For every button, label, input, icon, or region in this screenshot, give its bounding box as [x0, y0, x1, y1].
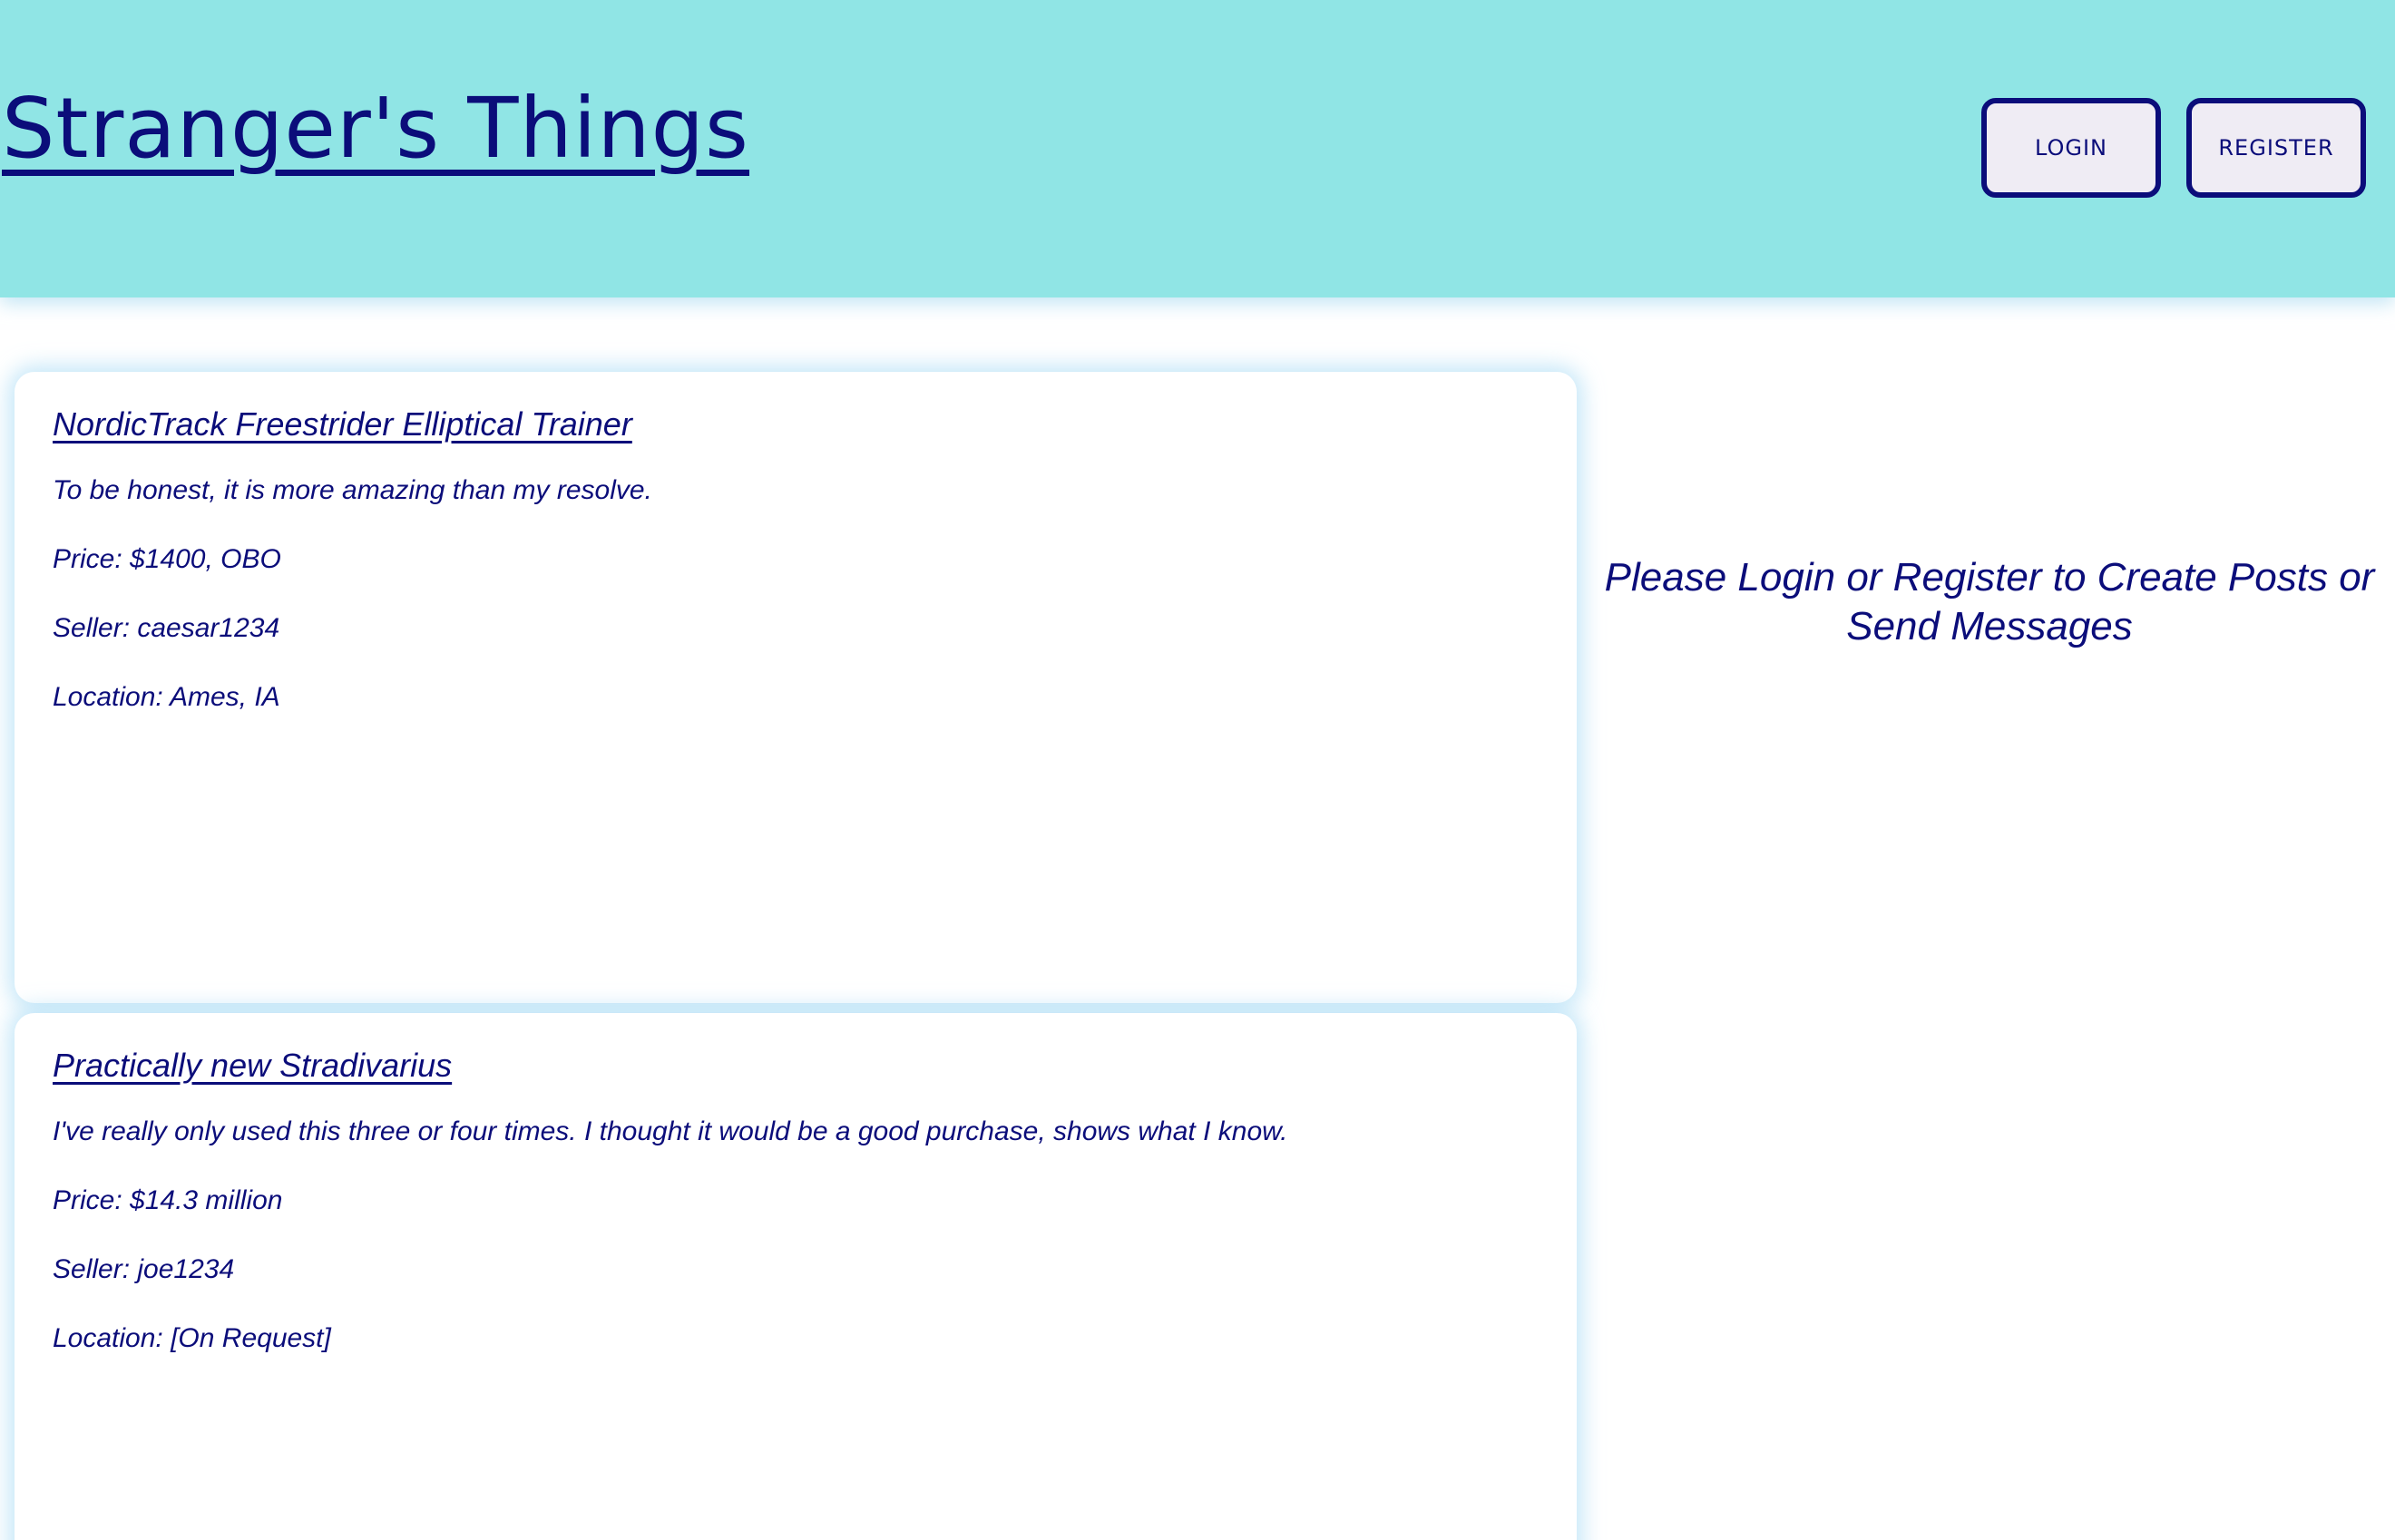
post-card: NordicTrack Freestrider Elliptical Train… — [15, 372, 1577, 1003]
post-seller: Seller: joe1234 — [53, 1254, 235, 1285]
post-seller: Seller: caesar1234 — [53, 613, 280, 644]
login-prompt-message: Please Login or Register to Create Posts… — [1604, 555, 2375, 648]
register-button[interactable]: REGISTER — [2186, 98, 2366, 198]
site-header: Stranger's Things LOGIN REGISTER — [0, 0, 2395, 297]
post-card: Practically new Stradivarius I've really… — [15, 1013, 1577, 1540]
page: Stranger's Things LOGIN REGISTER NordicT… — [0, 0, 2395, 1540]
login-button[interactable]: LOGIN — [1981, 98, 2161, 198]
post-price: Price: $1400, OBO — [53, 544, 281, 575]
post-location: Location: Ames, IA — [53, 682, 280, 713]
post-location: Location: [On Request] — [53, 1323, 331, 1354]
post-description: To be honest, it is more amazing than my… — [53, 475, 652, 506]
site-title-link[interactable]: Stranger's Things — [2, 80, 749, 177]
post-title-link[interactable]: NordicTrack Freestrider Elliptical Train… — [53, 404, 1539, 443]
post-title-link[interactable]: Practically new Stradivarius — [53, 1046, 1539, 1085]
post-price: Price: $14.3 million — [53, 1185, 283, 1216]
post-description: I've really only used this three or four… — [53, 1116, 1288, 1147]
